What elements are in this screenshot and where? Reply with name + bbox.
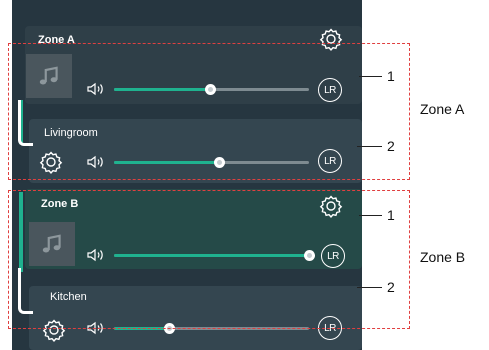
zone-b-highlight bbox=[8, 190, 410, 329]
zone-b-label: Zone B bbox=[420, 249, 466, 265]
callout-number: 1 bbox=[387, 68, 395, 84]
callout-number: 2 bbox=[387, 279, 395, 295]
callout-line bbox=[357, 287, 382, 288]
callout-line bbox=[359, 215, 382, 216]
zone-a-highlight bbox=[8, 43, 410, 180]
callout-line bbox=[357, 146, 382, 147]
callout-number: 2 bbox=[387, 138, 395, 154]
callout-number: 1 bbox=[387, 207, 395, 223]
zone-a-label: Zone A bbox=[420, 101, 465, 117]
callout-line bbox=[359, 76, 382, 77]
annotated-screenshot: Zone A LR Livingroom LR Zone B LR Kitche… bbox=[0, 0, 489, 350]
